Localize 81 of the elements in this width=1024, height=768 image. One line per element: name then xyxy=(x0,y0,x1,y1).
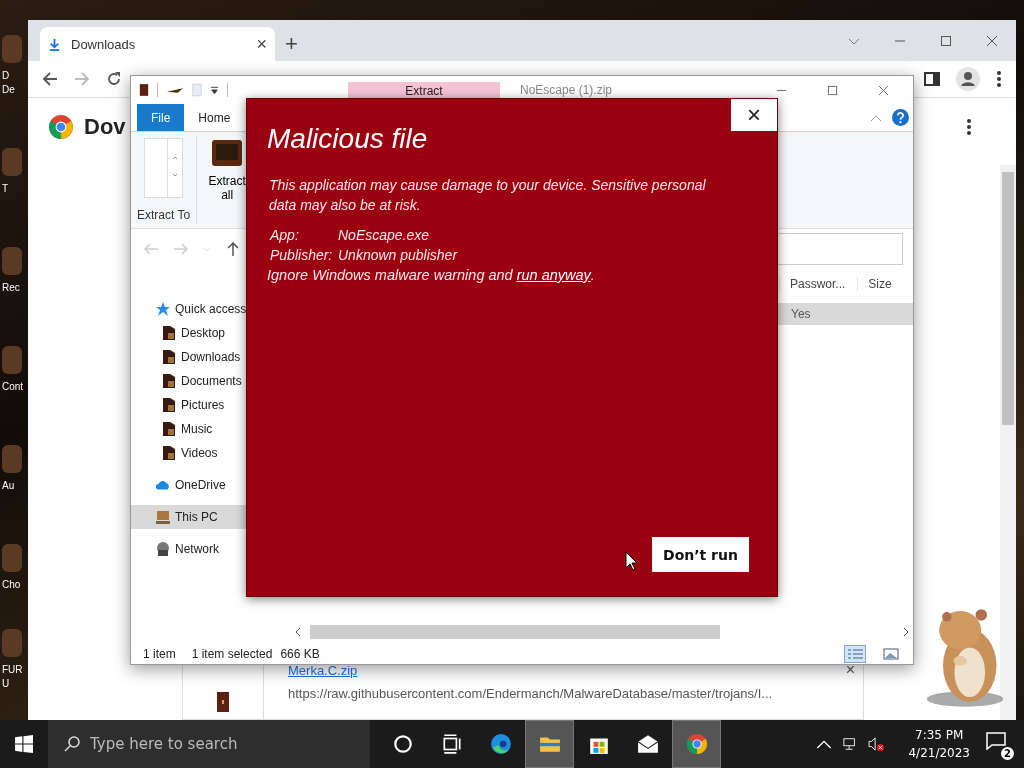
muted-speaker-icon[interactable] xyxy=(868,737,885,751)
desktop-icon-label[interactable]: U xyxy=(2,677,10,691)
run-anyway-link[interactable]: run anyway xyxy=(516,267,591,283)
edge-browser-icon xyxy=(489,733,512,755)
download-url: https://raw.githubusercontent.com/Endermanch/MalwareDatabase/master/trojans/I... xyxy=(288,686,773,701)
computer-icon xyxy=(155,509,171,525)
dialog-title: Malicious file xyxy=(267,123,429,155)
folder-icon xyxy=(161,373,177,389)
reload-icon[interactable] xyxy=(106,71,122,88)
file-name-link[interactable]: Merka.C.zip xyxy=(288,663,358,678)
network-icon xyxy=(155,541,171,557)
desktop-icon-label[interactable]: D xyxy=(2,69,10,83)
star-icon xyxy=(155,301,171,317)
close-button[interactable]: × xyxy=(731,99,777,131)
envelope-icon xyxy=(636,733,659,755)
menu-icon[interactable] xyxy=(996,70,1002,89)
ribbon-tab[interactable]: Home xyxy=(184,104,245,131)
scroll-left-icon[interactable] xyxy=(293,627,303,637)
new-tab-button[interactable]: + xyxy=(285,31,298,58)
notification-count: 2 xyxy=(1001,747,1014,760)
maximize-icon[interactable] xyxy=(827,84,838,96)
up-icon[interactable] xyxy=(225,241,241,257)
side-panel-icon[interactable] xyxy=(924,71,940,88)
chrome-logo-icon xyxy=(48,114,74,140)
status-text: 1 item selected xyxy=(191,647,273,661)
field-value: NoEscape.exe xyxy=(338,227,430,243)
warning-message: This application may cause damage to your device. Sensitive personal data may also be at risk. xyxy=(269,176,707,215)
more-options-icon[interactable] xyxy=(966,118,972,136)
remove-download-button[interactable]: × xyxy=(837,661,863,679)
desktop-icon-label[interactable]: T xyxy=(2,182,9,196)
time-text: 7:35 PM xyxy=(915,727,964,744)
close-icon[interactable] xyxy=(878,84,889,96)
back-icon[interactable] xyxy=(42,71,58,88)
column-header[interactable]: Passwor... xyxy=(779,277,858,291)
task-view-icon xyxy=(440,733,463,755)
message-icon xyxy=(986,732,1006,750)
circle-icon xyxy=(391,733,414,755)
override-text: Ignore Windows malware warning and xyxy=(267,267,513,283)
close-tab-button[interactable]: × xyxy=(256,35,267,54)
folder-icon xyxy=(161,325,177,341)
status-text: 666 KB xyxy=(280,647,320,661)
page-title: Dov xyxy=(84,114,126,140)
extract-all-button[interactable]: Extract all xyxy=(207,136,248,224)
date-text: 4/21/2023 xyxy=(908,745,970,762)
field-label: Publisher: xyxy=(270,247,334,263)
scroll-right-icon[interactable] xyxy=(901,627,911,637)
field-label: App: xyxy=(270,227,300,243)
chrome-icon xyxy=(685,733,708,755)
field-value: Unknown publisher xyxy=(338,247,458,263)
close-icon[interactable] xyxy=(986,34,998,47)
column-header[interactable]: Size xyxy=(857,277,904,291)
status-text: 1 item xyxy=(143,647,176,661)
desktop-icon-label[interactable]: FUR xyxy=(2,663,23,677)
folder-icon xyxy=(161,349,177,365)
windows-start-icon[interactable] xyxy=(15,735,33,753)
browser-tab[interactable]: Downloads × xyxy=(40,27,275,62)
search-field[interactable]: Type here to search xyxy=(48,720,370,768)
dont-run-button[interactable]: Don’t run xyxy=(652,537,749,572)
desktop-icon-label[interactable]: Rec xyxy=(2,281,20,295)
vertical-scrollbar[interactable] xyxy=(1000,165,1016,720)
folder-icon xyxy=(161,421,177,437)
help-icon[interactable] xyxy=(892,109,909,126)
profile-icon[interactable] xyxy=(956,67,980,92)
desktop-icon-label[interactable]: Cont xyxy=(2,380,24,394)
file-menu-tab[interactable]: File xyxy=(137,104,185,131)
book-file-icon xyxy=(216,689,230,715)
search-icon xyxy=(64,736,80,752)
large-icons-view-icon[interactable] xyxy=(881,646,901,662)
desktop-icon-label[interactable]: Au xyxy=(2,479,15,493)
book-icon[interactable] xyxy=(139,83,149,97)
group-label: Extract To xyxy=(137,208,191,222)
desktop-icon-label[interactable]: Cho xyxy=(2,578,21,592)
collapse-ribbon-icon[interactable] xyxy=(870,113,882,122)
folder-icon xyxy=(161,445,177,461)
mouse-cursor-icon xyxy=(625,551,637,571)
window-title: NoEscape (1).zip xyxy=(520,83,613,97)
folder-icon xyxy=(161,397,177,413)
download-icon xyxy=(48,37,61,51)
clock[interactable]: 7:35 PM 4/21/2023 xyxy=(908,726,970,762)
maximize-icon[interactable] xyxy=(940,34,952,47)
desktop-icon-label[interactable]: De xyxy=(2,83,15,97)
